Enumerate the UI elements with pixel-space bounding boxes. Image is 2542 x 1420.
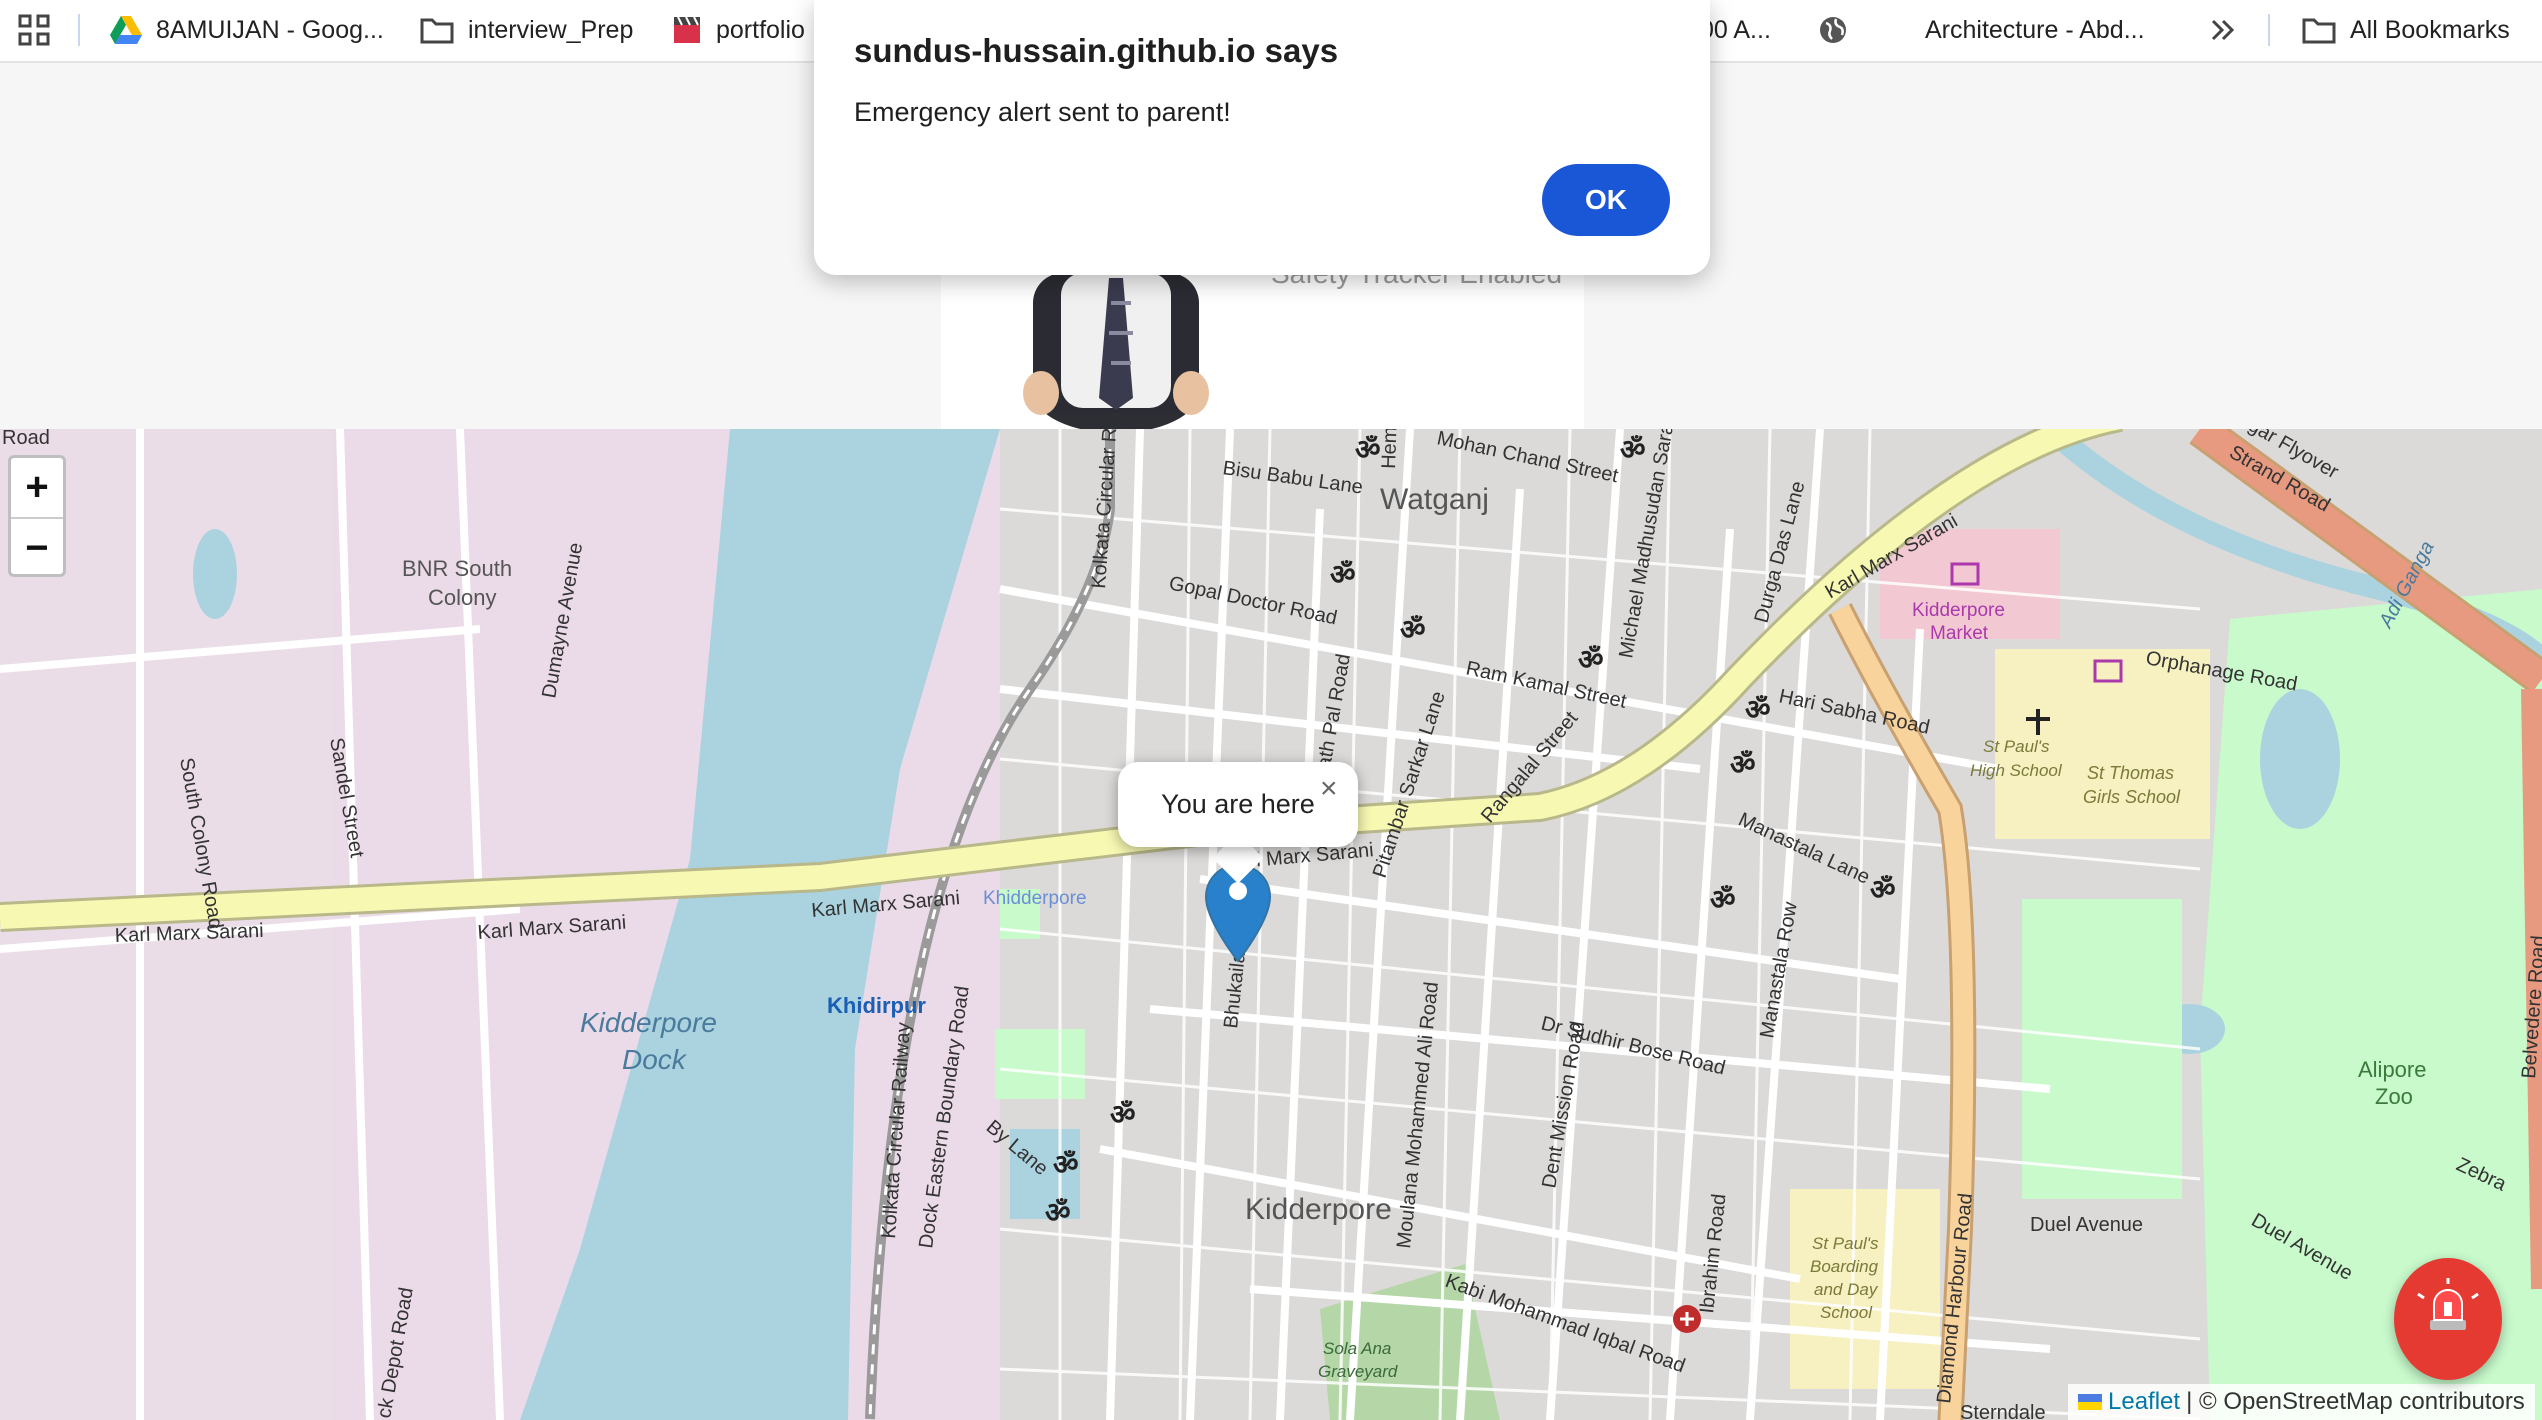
svg-text:ॐ: ॐ — [1745, 693, 1771, 726]
bookmark-label: 00 A... — [1700, 15, 1771, 44]
svg-text:ॐ: ॐ — [1620, 433, 1646, 466]
map-label-st-thomas-2: Girls School — [2083, 787, 2181, 807]
map-label-khidirpur: Khidirpur — [827, 993, 926, 1018]
ukraine-flag-icon — [2078, 1394, 2102, 1410]
attribution-text: | © OpenStreetMap contributors — [2186, 1388, 2525, 1415]
folder-icon — [420, 18, 454, 44]
bookmark-item-globe[interactable] — [1818, 0, 1862, 60]
map-label-sterndale: Sterndale — [1960, 1402, 2046, 1420]
siren-icon — [2417, 1278, 2479, 1330]
clapperboard-icon — [674, 16, 700, 43]
bookmark-folder-interview-prep[interactable]: interview_Prep — [420, 0, 633, 60]
bookmark-folder-all[interactable]: All Bookmarks — [2302, 0, 2510, 60]
bookmark-label: portfolio — [716, 15, 805, 44]
map-label-market-2: Market — [1930, 623, 1989, 644]
map-label-st-pauls-boarding: St Paul's — [1812, 1234, 1879, 1253]
popup-text: You are here — [1161, 789, 1315, 819]
map-label-hem: Hem — [1378, 429, 1401, 469]
bookmark-label: All Bookmarks — [2350, 15, 2510, 44]
zoom-control: + − — [8, 455, 66, 577]
svg-text:ॐ: ॐ — [1110, 1098, 1136, 1131]
map-label-road-top-left: Road — [2, 429, 50, 449]
svg-text:ॐ: ॐ — [1578, 643, 1604, 676]
map-label-graveyard: Sola Ana — [1323, 1339, 1391, 1358]
svg-text:ॐ: ॐ — [1330, 558, 1356, 591]
folder-icon — [2302, 18, 2336, 44]
map-label-st-pauls-boarding-4: School — [1820, 1303, 1873, 1322]
google-drive-icon — [110, 16, 142, 44]
map-label-st-pauls-boarding-2: Boarding — [1810, 1257, 1879, 1276]
popup-close-button[interactable]: × — [1320, 772, 1338, 806]
svg-text:ॐ: ॐ — [1400, 613, 1426, 646]
svg-text:ॐ: ॐ — [1730, 748, 1756, 781]
alert-dialog: sundus-hussain.github.io says Emergency … — [814, 0, 1710, 275]
dialog-ok-button[interactable]: OK — [1542, 164, 1670, 236]
map-label-st-thomas: St Thomas — [2087, 763, 2174, 783]
map-label-bnr: BNR South — [402, 556, 512, 581]
map-label-graveyard-2: Graveyard — [1318, 1362, 1398, 1381]
sos-button[interactable] — [2394, 1258, 2502, 1380]
dialog-title: sundus-hussain.github.io says — [854, 32, 1339, 69]
zoom-in-button[interactable]: + — [11, 458, 63, 519]
map-label-dock-2: Dock — [622, 1044, 688, 1075]
map-label-station: Khidderpore — [983, 888, 1087, 909]
bookmark-item-drive[interactable]: 8AMUIJAN - Goog... — [110, 0, 384, 60]
svg-text:ॐ: ॐ — [1870, 873, 1896, 906]
map-view[interactable]: ॐॐॐ ॐॐॐ ॐॐॐ ॐॐॐ Watganj Kidderpore Kidde… — [0, 429, 2542, 1420]
map-label-dock: Kidderpore — [580, 1007, 717, 1038]
map-label-bnr-2: Colony — [428, 585, 496, 610]
bookmark-label: Architecture - Abd... — [1925, 15, 2145, 44]
zoom-out-button[interactable]: − — [11, 519, 63, 578]
apps-grid-icon[interactable] — [18, 0, 64, 60]
bookmark-item-truncated[interactable]: 00 A... — [1700, 0, 1771, 60]
svg-text:ॐ: ॐ — [1355, 433, 1381, 466]
map-label-zoo: Alipore — [2358, 1057, 2426, 1082]
bookmark-label: interview_Prep — [468, 15, 634, 44]
map-label-kidderpore: Kidderpore — [1245, 1193, 1392, 1226]
leaflet-link[interactable]: Leaflet — [2108, 1388, 2180, 1416]
map-label-watganj: Watganj — [1380, 483, 1489, 516]
map-label-st-pauls-high-2: High School — [1970, 761, 2063, 780]
map-label-st-pauls-boarding-3: and Day — [1814, 1280, 1879, 1299]
bookmark-label: 8AMUIJAN - Goog... — [156, 15, 384, 44]
map-tiles: ॐ ॐॐ ॐॐॐ ॐॐ ॐ ॐॐॐ Watganj Kidderpore Kidde… — [0, 429, 2542, 1420]
double-chevron-icon[interactable] — [2210, 0, 2250, 60]
map-attribution: Leaflet | © OpenStreetMap contributors — [2068, 1384, 2535, 1420]
dialog-message: Emergency alert sent to parent! — [854, 97, 1231, 127]
map-label-market: Kidderpore — [1912, 600, 2005, 621]
map-label-duel-avenue: Duel Avenue — [2030, 1214, 2143, 1236]
bookmark-item-architecture[interactable]: Architecture - Abd... — [1925, 0, 2145, 60]
svg-text:ॐ: ॐ — [1710, 883, 1736, 916]
globe-icon — [1820, 17, 1846, 43]
svg-text:ॐ: ॐ — [1045, 1196, 1071, 1229]
svg-text:ॐ: ॐ — [1053, 1148, 1079, 1181]
map-label-zoo-2: Zoo — [2375, 1084, 2413, 1109]
bookmark-item-portfolio[interactable]: portfolio — [672, 0, 805, 60]
map-label-st-pauls-high: St Paul's — [1983, 737, 2050, 756]
